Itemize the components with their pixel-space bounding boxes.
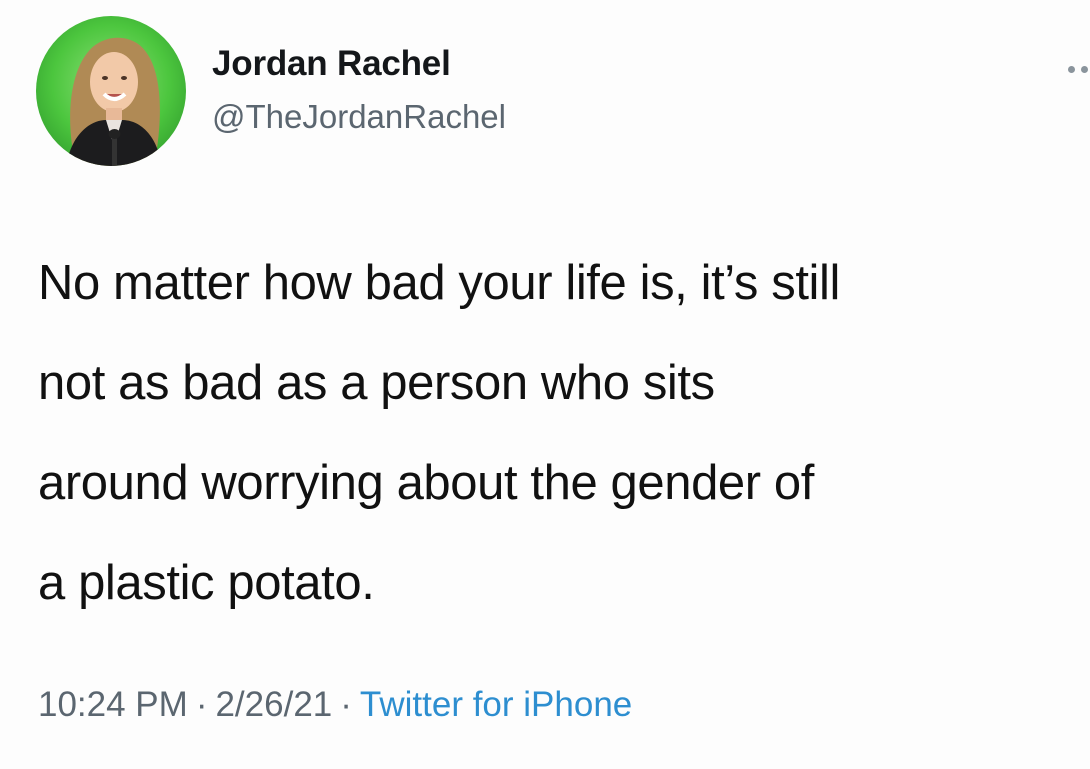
- meta-separator: ·: [340, 685, 352, 724]
- author-avatar[interactable]: [36, 16, 186, 166]
- more-options-icon[interactable]: [1062, 60, 1090, 74]
- avatar-photo: [36, 16, 186, 166]
- meta-separator: ·: [195, 685, 208, 724]
- tweet-text: No matter how bad your life is, it’s sti…: [38, 256, 840, 610]
- tweet-card: Jordan Rachel @TheJordanRachel No matter…: [0, 0, 1090, 769]
- author-handle[interactable]: @TheJordanRachel: [212, 98, 506, 136]
- tweet-source-link[interactable]: Twitter for iPhone: [360, 685, 632, 724]
- author-display-name[interactable]: Jordan Rachel: [212, 44, 451, 84]
- tweet-date[interactable]: 2/26/21: [215, 685, 332, 724]
- tweet-time[interactable]: 10:24 PM: [38, 685, 188, 724]
- tweet-metadata: 10:24 PM · 2/26/21 · Twitter for iPhone: [38, 685, 632, 725]
